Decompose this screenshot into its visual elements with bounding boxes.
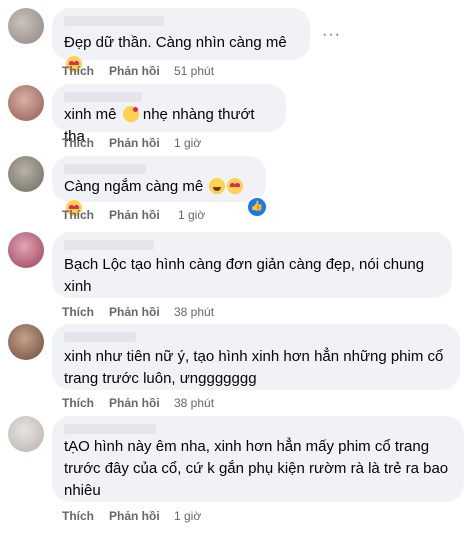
author-name-redacted bbox=[64, 332, 136, 342]
comment-text: xinh như tiên nữ ý, tạo hình xinh hơn hẳ… bbox=[64, 348, 444, 387]
comment-text: tẠO hình này êm nha, xinh hơn hẳn mấy ph… bbox=[64, 438, 449, 499]
timestamp[interactable]: 1 giờ bbox=[174, 135, 201, 151]
reply-link[interactable]: Phản hồi bbox=[109, 207, 160, 223]
like-link[interactable]: Thích bbox=[62, 63, 94, 79]
author-name-redacted bbox=[64, 240, 154, 250]
heart-eyes-emoji-icon bbox=[227, 178, 244, 194]
like-link[interactable]: Thích bbox=[62, 395, 94, 411]
author-name-redacted bbox=[64, 16, 164, 26]
avatar[interactable] bbox=[8, 8, 44, 44]
reply-link[interactable]: Phản hồi bbox=[109, 304, 160, 320]
avatar[interactable] bbox=[8, 232, 44, 268]
timestamp[interactable]: 51 phút bbox=[174, 63, 214, 79]
avatar[interactable] bbox=[8, 324, 44, 360]
comment-bubble: xinh như tiên nữ ý, tạo hình xinh hơn hẳ… bbox=[52, 324, 460, 390]
avatar[interactable] bbox=[8, 85, 44, 121]
comment-text: Bạch Lộc tạo hình càng đơn giản càng đẹp… bbox=[64, 256, 425, 295]
reply-link[interactable]: Phản hồi bbox=[109, 395, 160, 411]
like-reaction-icon[interactable]: 👍 bbox=[246, 196, 268, 218]
like-link[interactable]: Thích bbox=[62, 508, 94, 524]
comment-bubble: Bạch Lộc tạo hình càng đơn giản càng đẹp… bbox=[52, 232, 452, 298]
avatar[interactable] bbox=[8, 416, 44, 452]
timestamp[interactable]: 38 phút bbox=[174, 395, 214, 411]
reply-link[interactable]: Phản hồi bbox=[109, 135, 160, 151]
avatar[interactable] bbox=[8, 156, 44, 192]
like-link[interactable]: Thích bbox=[62, 207, 94, 223]
comment-bubble: Đẹp dữ thần. Càng nhìn càng mê bbox=[52, 8, 310, 72]
face-blowing-kiss-emoji-icon bbox=[122, 106, 139, 122]
reply-link[interactable]: Phản hồi bbox=[109, 508, 160, 524]
comment-bubble: tẠO hình này êm nha, xinh hơn hẳn mấy ph… bbox=[52, 416, 464, 502]
author-name-redacted bbox=[64, 164, 146, 174]
comment-bubble: xinh mê nhẹ nhàng thướt tha bbox=[52, 84, 286, 145]
timestamp[interactable]: 1 giờ bbox=[174, 508, 201, 524]
author-name-redacted bbox=[64, 92, 142, 102]
more-options-icon[interactable]: ··· bbox=[322, 26, 341, 44]
like-link[interactable]: Thích bbox=[62, 135, 94, 151]
reply-link[interactable]: Phản hồi bbox=[109, 63, 160, 79]
comment-text: xinh mê nhẹ nhàng thướt tha bbox=[64, 106, 255, 145]
grinning-emoji-icon bbox=[209, 178, 226, 194]
comment-bubble: Càng ngắm càng mê bbox=[52, 156, 266, 216]
timestamp[interactable]: 1 giờ bbox=[178, 207, 205, 223]
author-name-redacted bbox=[64, 424, 156, 434]
like-link[interactable]: Thích bbox=[62, 304, 94, 320]
timestamp[interactable]: 38 phút bbox=[174, 304, 214, 320]
